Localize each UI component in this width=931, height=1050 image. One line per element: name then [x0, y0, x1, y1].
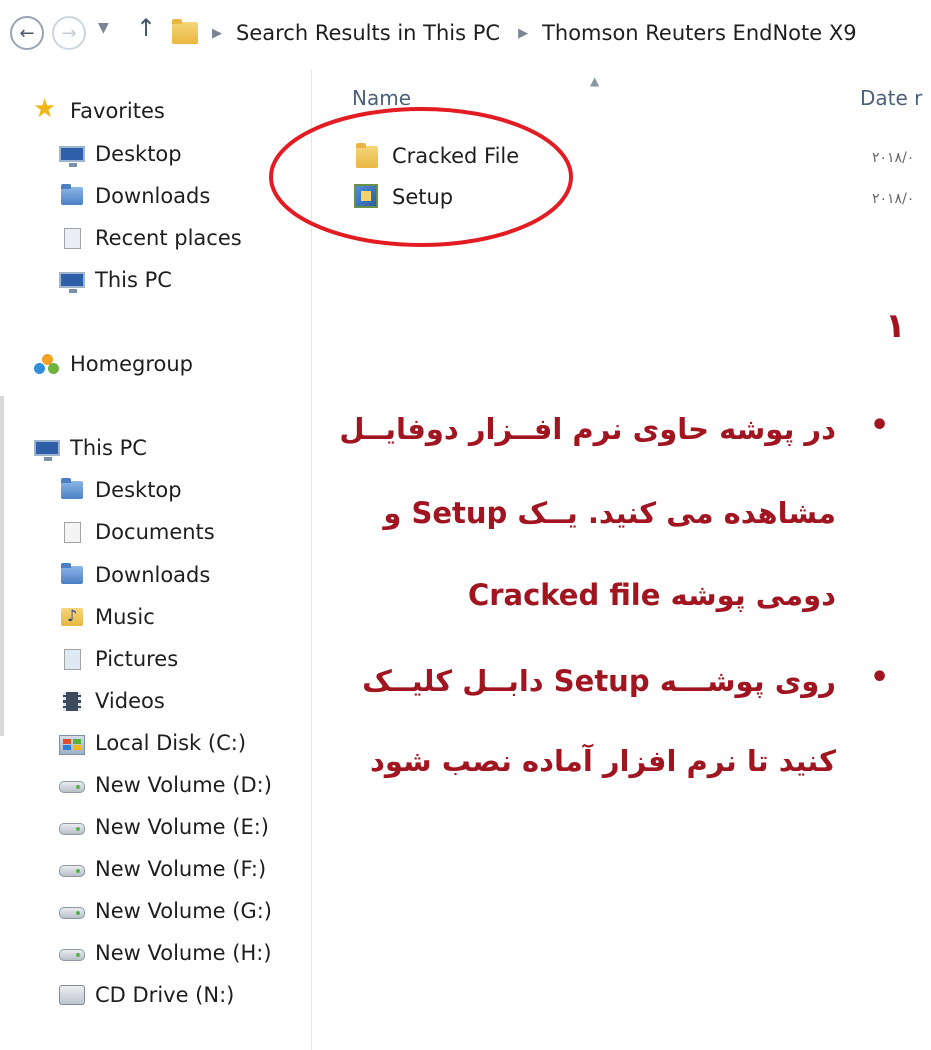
nav-this-pc[interactable]: This PC — [32, 436, 147, 461]
nav-pc-desktop[interactable]: Desktop — [57, 478, 182, 502]
desktop-icon — [57, 142, 87, 167]
bullet2-line2: کنید تا نرم افزار آماده نصب شود — [370, 744, 836, 778]
highlight-ellipse — [269, 107, 573, 247]
nav-label: Desktop — [95, 142, 182, 166]
nav-label: CD Drive (N:) — [95, 983, 235, 1007]
nav-label: New Volume (G:) — [95, 899, 272, 923]
nav-label: Videos — [95, 689, 165, 713]
nav-pc-downloads[interactable]: Downloads — [57, 563, 210, 587]
forward-button[interactable]: → — [52, 16, 86, 50]
nav-pc-pictures[interactable]: Pictures — [57, 647, 178, 671]
videos-icon — [57, 689, 87, 713]
bullet-icon: • — [870, 408, 890, 443]
nav-label: Homegroup — [70, 352, 194, 376]
hard-drive-icon — [57, 941, 87, 965]
file-date: ۲۰۱۸/۰ — [872, 150, 915, 166]
nav-label: Pictures — [95, 647, 179, 671]
breadcrumb-item-endnote[interactable]: Thomson Reuters EndNote X9 — [542, 21, 857, 45]
nav-homegroup[interactable]: Homegroup — [32, 352, 193, 376]
cd-drive-icon — [57, 983, 87, 1007]
nav-pc-volume-e[interactable]: New Volume (E:) — [57, 815, 269, 839]
nav-favorites-downloads[interactable]: Downloads — [57, 184, 210, 208]
nav-favorites-recent-places[interactable]: Recent places — [57, 226, 242, 250]
hard-drive-icon — [57, 773, 87, 797]
nav-pane-scrollbar[interactable] — [0, 396, 4, 736]
bullet2-line1: روی پوشـــه Setup دابــل کلیــک — [362, 664, 836, 698]
pictures-icon — [57, 647, 87, 671]
breadcrumb-item-search-results[interactable]: Search Results in This PC — [236, 21, 500, 45]
star-icon: ★ — [33, 94, 57, 124]
homegroup-icon — [32, 352, 62, 376]
documents-icon — [57, 520, 87, 544]
arrow-right-icon: → — [61, 22, 77, 44]
breadcrumb-separator-icon: ▶ — [518, 25, 529, 41]
downloads-folder-icon — [57, 184, 87, 208]
recent-locations-button[interactable]: ▼ — [98, 20, 109, 36]
file-date: ۲۰۱۸/۰ — [872, 191, 915, 207]
bullet-icon: • — [870, 660, 890, 695]
nav-label: This PC — [95, 268, 172, 292]
breadcrumb-separator-icon: ▶ — [212, 25, 222, 41]
downloads-folder-icon — [57, 563, 87, 587]
nav-label: Downloads — [95, 184, 211, 208]
nav-label: Downloads — [95, 563, 211, 587]
nav-label: New Volume (H:) — [95, 941, 272, 965]
bullet1-line2: مشاهده می کنید. یــک Setup و — [383, 496, 836, 530]
nav-pc-local-disk-c[interactable]: Local Disk (C:) — [57, 731, 246, 755]
nav-label: New Volume (E:) — [95, 815, 269, 839]
computer-icon — [57, 268, 87, 293]
nav-favorites-this-pc[interactable]: This PC — [57, 268, 172, 293]
bullet1-line3: دومی پوشه Cracked file — [467, 578, 836, 612]
hard-drive-icon — [57, 899, 87, 923]
up-button[interactable]: ↑ — [136, 14, 156, 42]
nav-favorites-desktop[interactable]: Desktop — [57, 142, 182, 167]
nav-favorites[interactable]: ★ Favorites — [32, 94, 165, 124]
column-header-date[interactable]: Date r — [860, 86, 922, 110]
nav-label: Documents — [95, 520, 215, 544]
recent-places-icon — [57, 226, 87, 250]
nav-label: Music — [95, 605, 155, 629]
nav-pc-documents[interactable]: Documents — [57, 520, 215, 544]
nav-label: New Volume (F:) — [95, 857, 267, 881]
bullet1-line1: در پوشه حاوی نرم افــزار دوفایــل — [339, 412, 836, 446]
nav-label: Local Disk (C:) — [95, 731, 247, 755]
nav-pc-volume-g[interactable]: New Volume (G:) — [57, 899, 272, 923]
folder-icon — [170, 16, 200, 44]
windows-drive-icon — [57, 731, 87, 755]
nav-pc-music[interactable]: Music — [57, 605, 155, 629]
hard-drive-icon — [57, 857, 87, 881]
arrow-left-icon: ← — [19, 22, 35, 44]
nav-label: Recent places — [95, 226, 242, 250]
step-number: ۱ — [885, 306, 906, 346]
nav-label: New Volume (D:) — [95, 773, 272, 797]
music-folder-icon — [57, 605, 87, 629]
address-bar: ← → ▼ ↑ ▶ Search Results in This PC ▶ Th… — [0, 0, 931, 70]
nav-label: This PC — [70, 436, 147, 460]
nav-pc-cd-drive-n[interactable]: CD Drive (N:) — [57, 983, 234, 1007]
nav-label: Desktop — [95, 478, 182, 502]
hard-drive-icon — [57, 815, 87, 839]
nav-pc-volume-f[interactable]: New Volume (F:) — [57, 857, 266, 881]
nav-pc-volume-d[interactable]: New Volume (D:) — [57, 773, 272, 797]
desktop-folder-icon — [57, 478, 87, 502]
chevron-down-icon: ▼ — [98, 20, 109, 36]
back-button[interactable]: ← — [10, 16, 44, 50]
arrow-up-icon: ↑ — [136, 14, 157, 42]
nav-pc-volume-h[interactable]: New Volume (H:) — [57, 941, 272, 965]
breadcrumb: ▶ Search Results in This PC ▶ Thomson Re… — [212, 14, 875, 52]
sort-ascending-icon: ▲ — [590, 74, 600, 88]
computer-icon — [32, 436, 62, 461]
nav-pc-videos[interactable]: Videos — [57, 689, 165, 713]
nav-label: Favorites — [70, 99, 165, 123]
